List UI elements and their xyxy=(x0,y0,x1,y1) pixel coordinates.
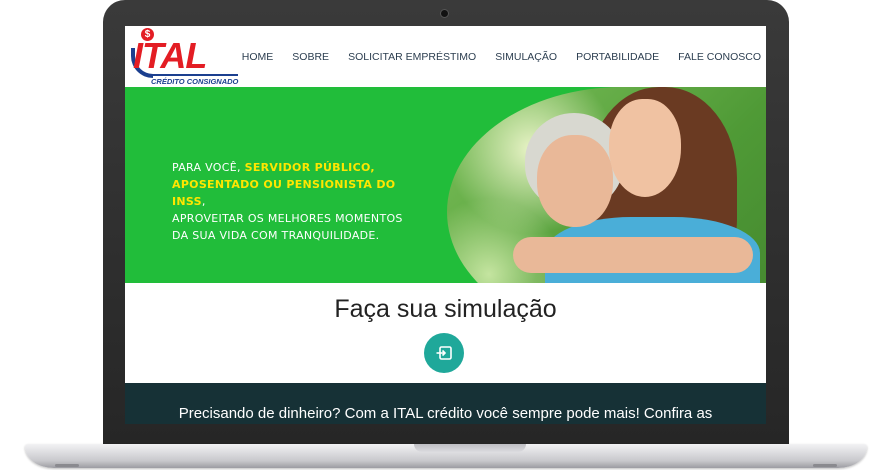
nav-item-home[interactable]: HOME xyxy=(242,51,274,63)
main-nav: HOME SOBRE SOLICITAR EMPRÉSTIMO SIMULAÇÃ… xyxy=(242,51,761,63)
hero-line1-prefix: PARA VOCÊ, xyxy=(172,161,245,174)
photo-arm xyxy=(513,237,753,273)
hero-line4: DA SUA VIDA COM TRANQUILIDADE. xyxy=(172,229,380,242)
laptop-foot-right xyxy=(813,464,837,467)
sign-in-icon xyxy=(436,346,452,360)
hero-banner: PARA VOCÊ, SERVIDOR PÚBLICO, APOSENTADO … xyxy=(125,87,766,283)
webcam-icon xyxy=(440,9,449,18)
photo-young-woman-face xyxy=(609,99,681,197)
logo-wordmark: ITAL xyxy=(133,35,207,76)
laptop-opening-notch xyxy=(414,444,526,452)
promo-text: Precisando de dinheiro? Com a ITAL crédi… xyxy=(178,405,713,422)
browser-viewport: ITAL $ CRÉDITO CONSIGNADO HOME SOBRE SOL… xyxy=(125,26,766,424)
nav-item-sobre[interactable]: SOBRE xyxy=(292,51,329,63)
laptop-base xyxy=(25,444,867,468)
hero-line3: APROVEITAR OS MELHORES MOMENTOS xyxy=(172,212,403,225)
hero-headline: PARA VOCÊ, SERVIDOR PÚBLICO, APOSENTADO … xyxy=(172,159,432,244)
nav-item-portabilidade[interactable]: PORTABILIDADE xyxy=(576,51,659,63)
hero-line2-suffix: , xyxy=(201,195,206,208)
promo-section: Precisando de dinheiro? Com a ITAL crédi… xyxy=(125,383,766,424)
laptop-foot-left xyxy=(55,464,79,467)
photo-senior-woman-face xyxy=(537,135,613,227)
hero-highlight-servidor: SERVIDOR PÚBLICO, xyxy=(244,161,375,174)
simulation-button[interactable] xyxy=(424,333,464,373)
logo-tagline: CRÉDITO CONSIGNADO xyxy=(151,74,239,86)
simulation-section: Faça sua simulação xyxy=(125,283,766,383)
dollar-icon: $ xyxy=(141,28,154,41)
site-header: ITAL $ CRÉDITO CONSIGNADO HOME SOBRE SOL… xyxy=(125,26,766,87)
nav-item-fale-conosco[interactable]: FALE CONOSCO xyxy=(678,51,761,63)
nav-item-solicitar-emprestimo[interactable]: SOLICITAR EMPRÉSTIMO xyxy=(348,51,476,63)
ital-logo[interactable]: ITAL $ CRÉDITO CONSIGNADO xyxy=(131,28,239,86)
nav-item-simulacao[interactable]: SIMULAÇÃO xyxy=(495,51,557,63)
simulation-title: Faça sua simulação xyxy=(334,295,557,323)
